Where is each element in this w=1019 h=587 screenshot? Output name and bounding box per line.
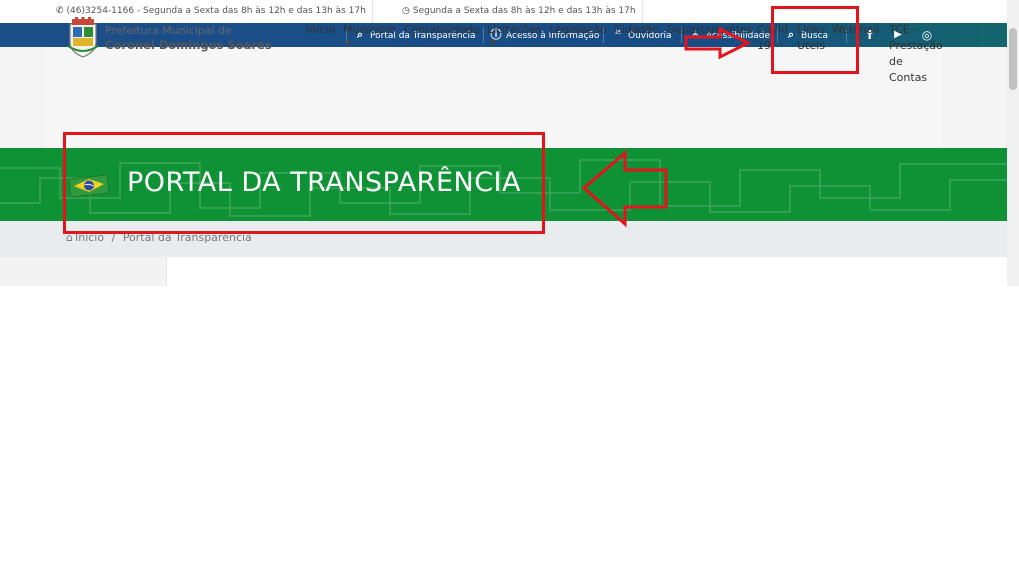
breadcrumb-separator: / [111,231,116,244]
nav-item-covid-19[interactable]: Covid 19 [757,22,788,54]
hours-info: ◷ Segunda a Sexta das 8h às 12h e das 13h… [396,0,643,23]
breadcrumb-home[interactable]: Início [75,231,104,244]
nav-item-licitacoes[interactable]: Licitações ▼ [487,22,542,48]
nav-item-label: Município [343,23,396,36]
nav-item-departamentos[interactable]: Departamentos [667,22,753,38]
logo-title-line2[interactable]: Coronel Domingos Soares [105,38,272,52]
nav-item-cidadao[interactable]: Cidadão [614,22,659,38]
nav-item-webmail[interactable]: Webmail [832,22,880,38]
nav-item-links-uteis[interactable]: Links Úteis [797,22,825,54]
nav-item-inicio[interactable]: Início [306,22,335,38]
page-title: PORTAL DA TRANSPARÊNCIA [127,167,521,198]
header [0,47,1007,148]
logo-title-line1[interactable]: Prefeitura Municipal de [105,24,232,37]
main-content [168,257,1007,286]
brazil-flag-icon [68,175,110,197]
nav-item-label: Departamentos [667,23,753,36]
nav-item-label: TCE - Prestação de Contas [889,23,943,84]
clock-icon: ◷ [402,6,410,16]
nav-item-label: Legislação [549,23,607,36]
nav-item-label: Webmail [832,23,880,36]
header-inner [45,47,942,148]
municipal-crest-icon[interactable] [66,16,100,58]
hours-text: Segunda a Sexta das 8h às 12h e das 13h … [412,6,636,16]
nav-item-label: Covid 19 [757,23,788,52]
nav-item-label: Cidadão [614,23,659,36]
nav-item-label: Início [306,23,336,36]
nav-item-label: Contabilidade [404,23,481,36]
nav-item-contabilidade[interactable]: Contabilidade [404,22,480,38]
phone-icon: ✆ [56,6,64,16]
nav-item-tce-prestacao-de-contas[interactable]: TCE - Prestação de Contas [889,22,943,86]
breadcrumb-current: Portal da Transparência [122,231,252,244]
scrollbar-thumb[interactable] [1009,28,1017,90]
nav-item-label: Links Úteis [797,23,826,52]
info-strip: ✆ (46)3254-1166 - Segunda a Sexta das 8h … [0,0,1007,23]
nav-item-label: Licitações [487,23,542,36]
home-icon: ⌂ [66,231,73,244]
sidebar [0,257,167,286]
phone-text: (46)3254-1166 - Segunda a Sexta das 8h à… [66,6,366,16]
breadcrumb: ⌂ Início / Portal da Transparência [66,231,252,244]
nav-item-municipio[interactable]: Município ▼ [343,22,395,48]
caret-down-icon: ▼ [346,39,352,47]
page: ✆ (46)3254-1166 - Segunda a Sexta das 8h … [0,0,1019,587]
util-separator [483,27,484,43]
nav-item-legislacao[interactable]: Legislação [549,22,607,38]
caret-down-icon: ▼ [490,39,496,47]
